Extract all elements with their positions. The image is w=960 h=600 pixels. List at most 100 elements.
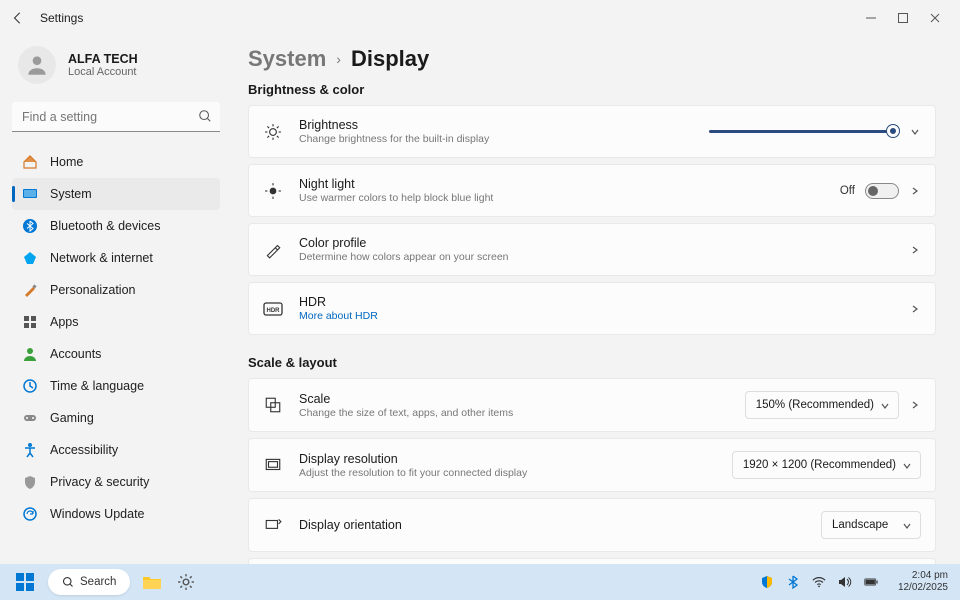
minimize-button[interactable] [864,11,878,25]
chevron-right-icon[interactable] [909,185,921,197]
sidebar-item-label: Gaming [50,411,94,425]
card-title: Display resolution [299,452,716,466]
card-title: Brightness [299,118,693,132]
resolution-icon [263,455,283,475]
card-subtitle: Use warmer colors to help block blue lig… [299,192,824,204]
sidebar-item-time[interactable]: Time & language [12,370,220,402]
night-light-icon [263,181,283,201]
sidebar-item-apps[interactable]: Apps [12,306,220,338]
search-icon [62,576,74,588]
chevron-down-icon[interactable] [909,126,921,138]
chevron-down-icon [902,461,912,471]
sidebar-item-privacy[interactable]: Privacy & security [12,466,220,498]
card-color-profile[interactable]: Color profile Determine how colors appea… [248,223,936,276]
toggle-state: Off [840,185,855,197]
personalization-icon [22,282,38,298]
card-subtitle: Determine how colors appear on your scre… [299,251,893,263]
chevron-down-icon [880,401,890,411]
app-title: Settings [40,11,83,25]
sidebar-item-system[interactable]: System [12,178,220,210]
card-title: Color profile [299,236,893,250]
wifi-icon[interactable] [812,575,826,589]
sidebar-item-accessibility[interactable]: Accessibility [12,434,220,466]
gaming-icon [22,410,38,426]
sidebar-item-network[interactable]: Network & internet [12,242,220,274]
sidebar-item-label: Bluetooth & devices [50,219,161,233]
resolution-dropdown[interactable]: 1920 × 1200 (Recommended) [732,451,921,479]
card-brightness[interactable]: Brightness Change brightness for the bui… [248,105,936,158]
chevron-right-icon[interactable] [909,244,921,256]
taskbar-explorer[interactable] [140,570,164,594]
breadcrumb-parent[interactable]: System [248,46,326,72]
back-button[interactable] [8,8,28,28]
card-scale[interactable]: Scale Change the size of text, apps, and… [248,378,936,432]
sidebar-item-home[interactable]: Home [12,146,220,178]
section-scale-layout: Scale & layout [248,355,936,370]
hdr-icon: HDR [263,299,283,319]
user-name: ALFA TECH [68,52,138,66]
user-block[interactable]: ALFA TECH Local Account [12,46,220,84]
network-icon [22,250,38,266]
search-input[interactable] [12,102,220,132]
card-title: Night light [299,177,824,191]
card-title: Scale [299,392,729,406]
sidebar-item-label: System [50,187,92,201]
main-panel: System › Display Brightness & color Brig… [232,36,960,564]
card-subtitle: Adjust the resolution to fit your connec… [299,467,716,479]
color-profile-icon [263,240,283,260]
system-icon [22,186,38,202]
battery-icon[interactable] [864,575,878,589]
avatar [18,46,56,84]
sidebar-item-bluetooth[interactable]: Bluetooth & devices [12,210,220,242]
sidebar-item-personalization[interactable]: Personalization [12,274,220,306]
night-light-toggle[interactable] [865,183,899,199]
search-box[interactable] [12,102,220,132]
orientation-icon [263,515,283,535]
svg-text:HDR: HDR [267,308,281,314]
sidebar-item-label: Personalization [50,283,135,297]
sidebar-item-label: Time & language [50,379,144,393]
close-button[interactable] [928,11,942,25]
bluetooth-tray-icon[interactable] [786,575,800,589]
apps-icon [22,314,38,330]
sidebar-item-update[interactable]: Windows Update [12,498,220,530]
card-resolution[interactable]: Display resolution Adjust the resolution… [248,438,936,492]
card-subtitle: Change the size of text, apps, and other… [299,407,729,419]
accounts-icon [22,346,38,362]
scale-icon [263,395,283,415]
scale-dropdown[interactable]: 150% (Recommended) [745,391,899,419]
card-hdr[interactable]: HDR HDR More about HDR [248,282,936,335]
system-tray: 2:04 pm 12/02/2025 [760,570,948,594]
brightness-slider[interactable] [709,130,899,133]
card-orientation[interactable]: Display orientation Landscape [248,498,936,552]
sidebar-item-label: Windows Update [50,507,145,521]
sidebar-item-gaming[interactable]: Gaming [12,402,220,434]
breadcrumb-current: Display [351,46,429,72]
chevron-right-icon: › [336,51,341,67]
time-icon [22,378,38,394]
privacy-icon [22,474,38,490]
sidebar-item-label: Privacy & security [50,475,149,489]
sidebar-item-accounts[interactable]: Accounts [12,338,220,370]
taskbar: Search 2:04 pm 12/02/2025 [0,564,960,600]
home-icon [22,154,38,170]
sidebar: ALFA TECH Local Account Home System Blue… [0,36,232,564]
clock[interactable]: 2:04 pm 12/02/2025 [898,570,948,594]
bluetooth-icon [22,218,38,234]
security-icon[interactable] [760,575,774,589]
volume-icon[interactable] [838,575,852,589]
sidebar-item-label: Accessibility [50,443,118,457]
section-brightness-color: Brightness & color [248,82,936,97]
start-button[interactable] [12,569,38,595]
card-night-light[interactable]: Night light Use warmer colors to help bl… [248,164,936,217]
maximize-button[interactable] [896,11,910,25]
hdr-link[interactable]: More about HDR [299,310,893,322]
chevron-right-icon[interactable] [909,399,921,411]
orientation-dropdown[interactable]: Landscape [821,511,921,539]
sidebar-item-label: Accounts [50,347,101,361]
taskbar-settings[interactable] [174,570,198,594]
brightness-icon [263,122,283,142]
chevron-right-icon[interactable] [909,303,921,315]
sidebar-item-label: Home [50,155,83,169]
taskbar-search[interactable]: Search [48,569,130,595]
